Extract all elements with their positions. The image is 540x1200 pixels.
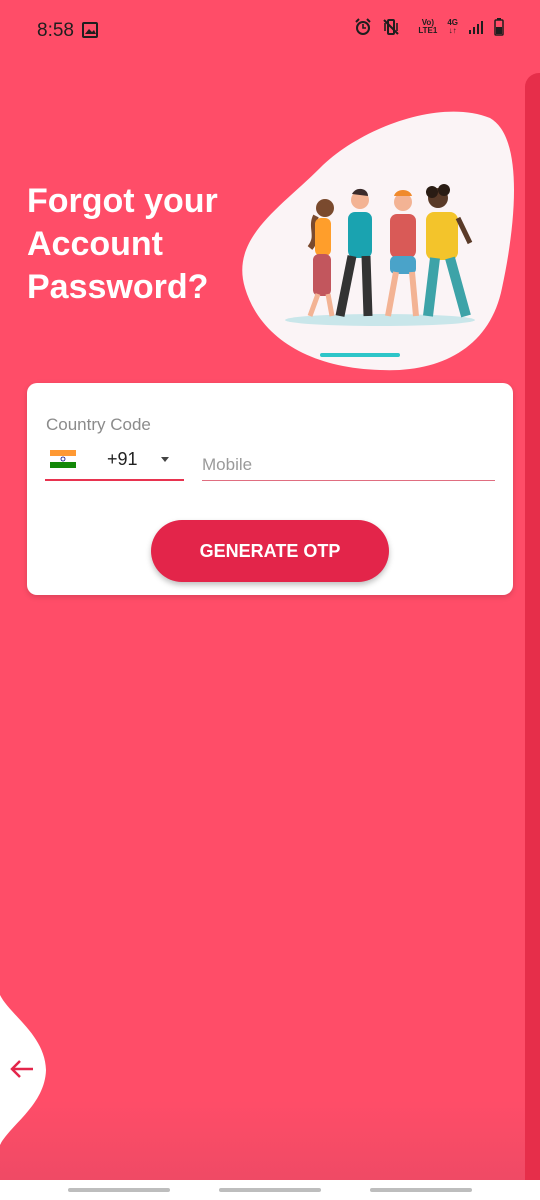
nav-back[interactable] (370, 1188, 472, 1192)
side-panel-edge (525, 73, 540, 1181)
otp-form-card: Country Code +91 Mobile GENERATE OTP (27, 383, 513, 595)
mobile-input[interactable]: Mobile (202, 455, 252, 475)
chevron-down-icon[interactable] (161, 457, 169, 462)
status-time: 8:58 (37, 20, 74, 41)
4g-indicator: 4G ↓↑ (447, 18, 458, 35)
back-button[interactable] (0, 995, 50, 1145)
status-bar: 8:58 Vo) LTE1 4G ↓↑ (0, 0, 540, 62)
gallery-icon (82, 22, 98, 38)
volte-indicator: Vo) LTE1 (418, 18, 438, 35)
india-flag-icon (50, 450, 76, 468)
page-title: Forgot your Account Password? (27, 182, 218, 306)
country-code-underline (45, 479, 184, 481)
forgot-password-screen: 8:58 Vo) LTE1 4G ↓↑ Forgot your Account … (0, 0, 540, 1200)
mobile-underline (202, 480, 495, 481)
nav-home[interactable] (219, 1188, 321, 1192)
nav-recents[interactable] (68, 1188, 170, 1192)
country-code-label: Country Code (46, 415, 151, 434)
friends-illustration (242, 111, 515, 371)
signal-icon (469, 21, 483, 34)
country-code-select[interactable]: +91 (107, 449, 138, 470)
bottom-gradient (0, 1100, 525, 1180)
vibrate-icon (383, 19, 400, 35)
generate-otp-button[interactable]: GENERATE OTP (151, 520, 389, 582)
battery-icon (494, 18, 504, 36)
alarm-icon (355, 18, 372, 35)
